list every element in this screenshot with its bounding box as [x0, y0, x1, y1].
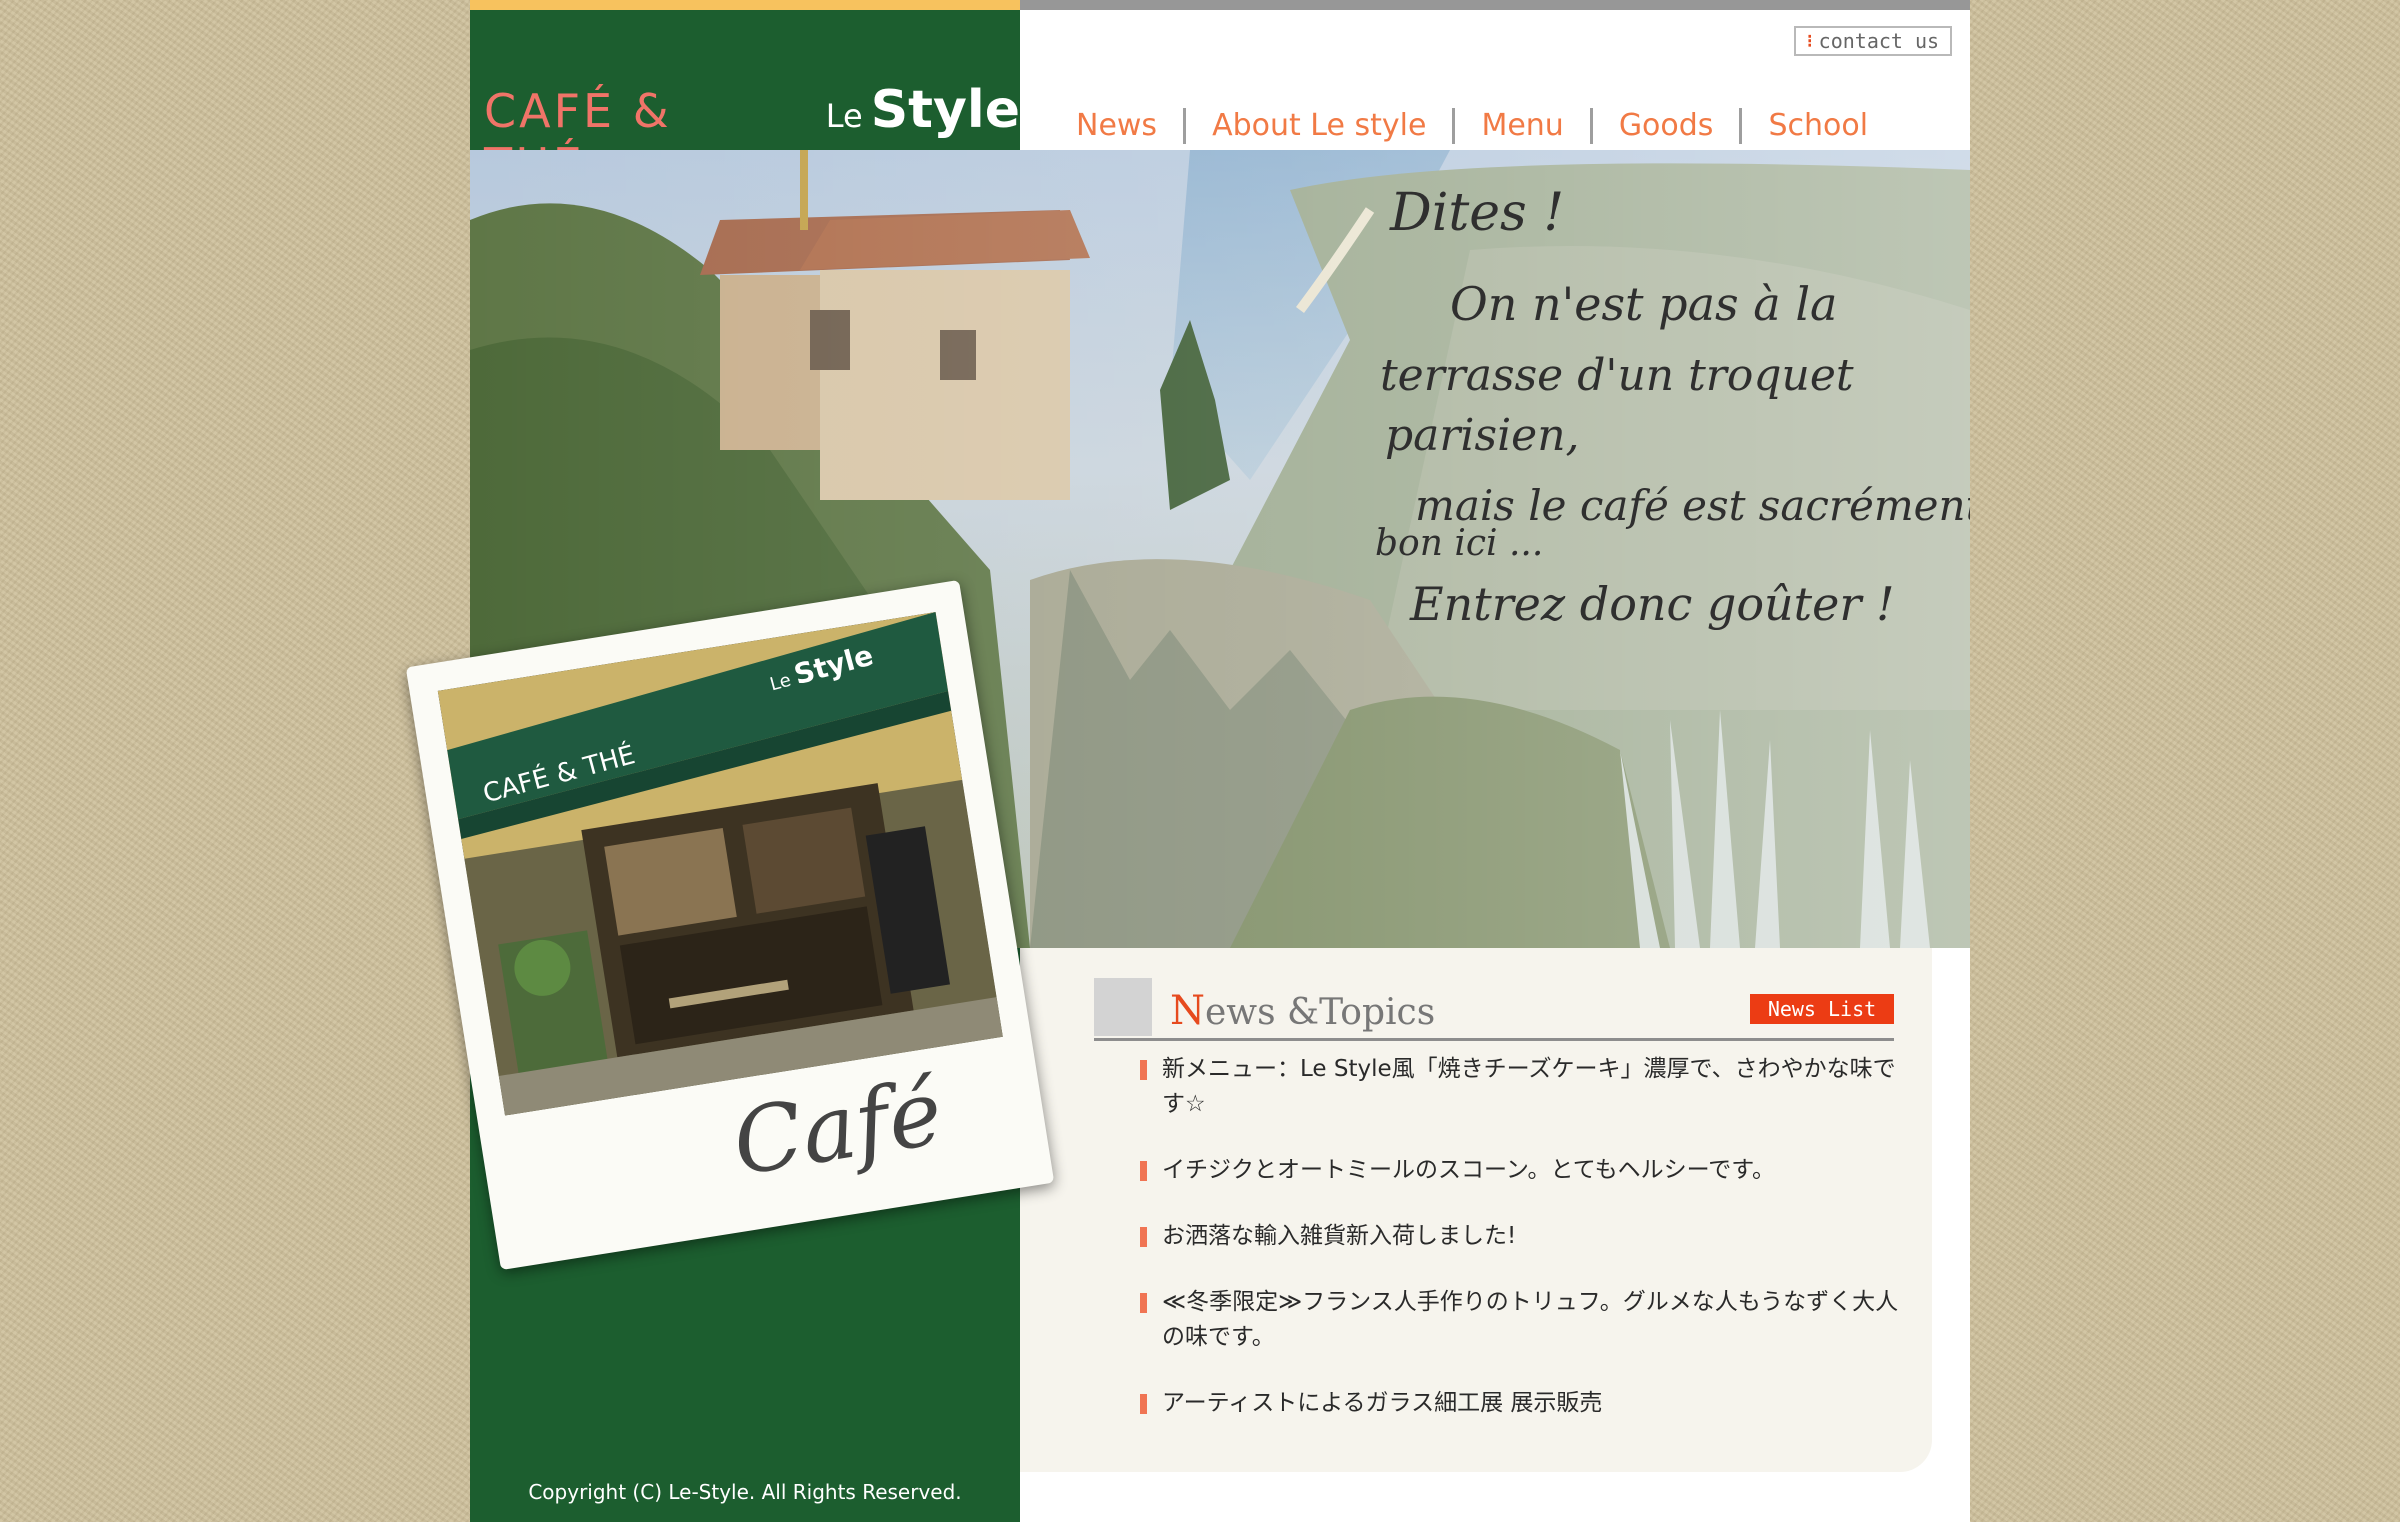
logo-le-text: Le — [825, 97, 863, 135]
handwriting-line-4: parisien, — [1385, 410, 1580, 461]
contact-arrow-icon: ⁝ — [1806, 30, 1813, 52]
news-item[interactable]: ≪冬季限定≫フランス人手作りのトリュフ。グルメな人もうなずく大人の味です。 — [1140, 1285, 1900, 1355]
site-container: CAFÉ & THÉ Le Style Copyright (C) Le-Sty… — [405, 0, 1970, 1522]
news-bullet-icon — [1140, 1060, 1147, 1080]
news-item[interactable]: 新メニュー：Le Style風「焼きチーズケーキ」濃厚で、さわやかな味です☆ — [1140, 1052, 1900, 1122]
nav-about[interactable]: About Le style — [1186, 108, 1456, 144]
news-title-initial: N — [1170, 988, 1205, 1034]
news-item-text: アーティストによるガラス細工展 展示販売 — [1162, 1390, 1603, 1416]
news-item-text: イチジクとオートミールのスコーン。とてもヘルシーです。 — [1162, 1157, 1775, 1183]
news-item[interactable]: イチジクとオートミールのスコーン。とてもヘルシーです。 — [1140, 1153, 1900, 1188]
news-list-button[interactable]: News List — [1750, 994, 1894, 1024]
cafe-stamp-photo: CAFÉ & THÉ Le Style Café — [405, 579, 1055, 1271]
nav-menu[interactable]: Menu — [1455, 108, 1593, 144]
news-header: News &Topics News List — [1094, 978, 1894, 1041]
news-item-text: お洒落な輸入雑貨新入荷しました! — [1162, 1223, 1517, 1249]
storefront-photo: CAFÉ & THÉ Le Style — [437, 611, 1003, 1116]
site-logo[interactable]: CAFÉ & THÉ Le Style — [484, 80, 1020, 192]
handwriting-line-3: terrasse d'un troquet — [1380, 350, 1854, 401]
news-bullet-icon — [1140, 1227, 1147, 1247]
contact-us-button[interactable]: ⁝ contact us — [1794, 26, 1952, 56]
news-bullet-icon — [1140, 1293, 1147, 1313]
news-item[interactable]: お洒落な輸入雑貨新入荷しました! — [1140, 1219, 1900, 1254]
handwriting-line-2: On n'est pas à la — [1450, 277, 1837, 331]
global-nav: News About Le style Menu Goods School — [1050, 104, 1970, 148]
copyright: Copyright (C) Le-Style. All Rights Reser… — [528, 1480, 962, 1504]
news-title: News &Topics — [1170, 988, 1435, 1034]
nav-news[interactable]: News — [1050, 108, 1187, 144]
nav-school[interactable]: School — [1742, 108, 1894, 144]
contact-us-label: contact us — [1818, 29, 1940, 53]
news-item-text: 新メニュー：Le Style風「焼きチーズケーキ」濃厚で、さわやかな味です☆ — [1162, 1056, 1896, 1117]
logo-style-text: Style — [870, 80, 1020, 140]
news-bullet-icon — [1140, 1394, 1147, 1414]
news-item-text: ≪冬季限定≫フランス人手作りのトリュフ。グルメな人もうなずく大人の味です。 — [1162, 1289, 1899, 1350]
handwriting-line-1: Dites ! — [1389, 183, 1564, 243]
news-topics-panel: News &Topics News List 新メニュー：Le Style風「焼… — [1020, 948, 1932, 1472]
news-title-rest: ews &Topics — [1205, 992, 1436, 1033]
news-header-square — [1094, 978, 1152, 1036]
handwriting-line-7: Entrez donc goûter ! — [1409, 577, 1894, 631]
header-top-bar — [1020, 0, 1970, 10]
news-bullet-icon — [1140, 1161, 1147, 1181]
news-item[interactable]: アーティストによるガラス細工展 展示販売 — [1140, 1386, 1900, 1421]
handwriting-line-6: bon ici ... — [1375, 523, 1543, 564]
brand-top-bar — [470, 0, 1020, 10]
news-list: 新メニュー：Le Style風「焼きチーズケーキ」濃厚で、さわやかな味です☆ イ… — [1140, 1052, 1900, 1452]
nav-goods[interactable]: Goods — [1593, 108, 1743, 144]
storefront-illustration: CAFÉ & THÉ Le Style — [437, 611, 1003, 1116]
